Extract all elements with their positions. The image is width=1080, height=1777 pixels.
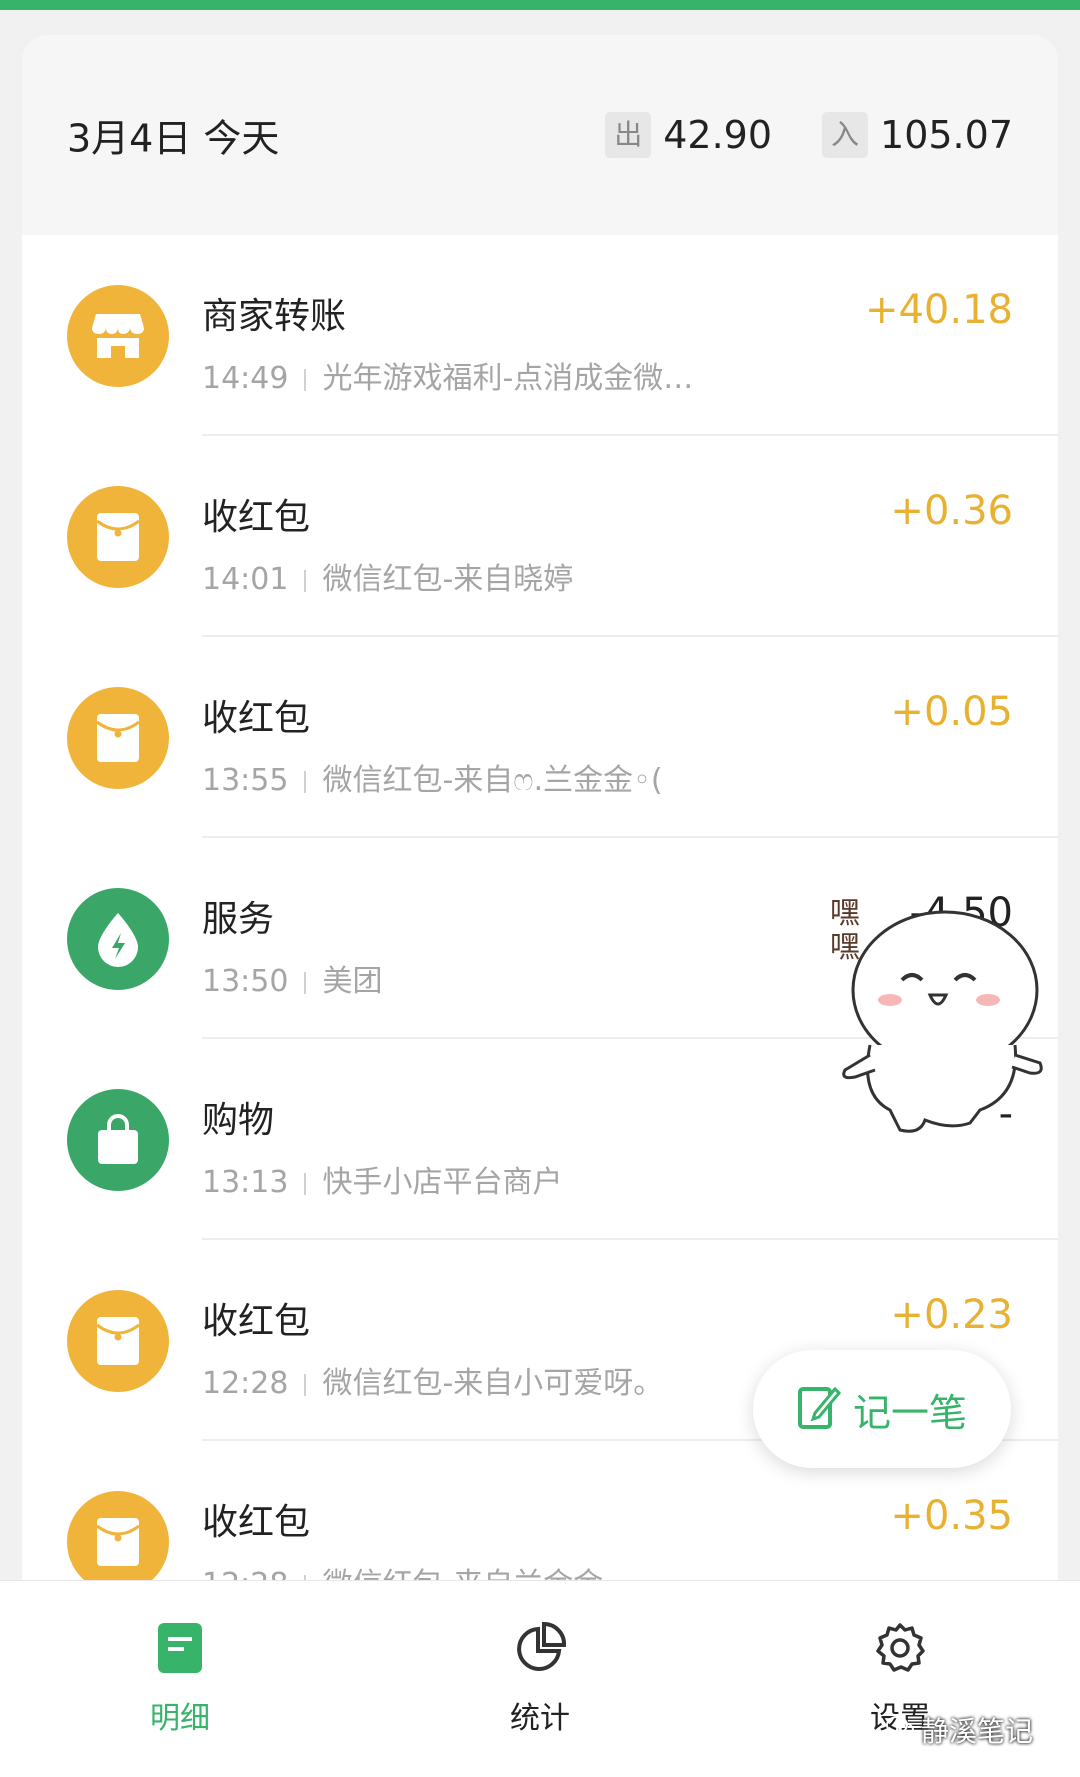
top-accent-bar xyxy=(0,0,1080,10)
transaction-meta: 13:55 微信红包-来自ෆ.兰金金◦( xyxy=(202,755,663,799)
transaction-title: 购物 xyxy=(202,1100,275,1141)
pie-chart-icon xyxy=(513,1621,567,1675)
tab-statistics-label: 统计 xyxy=(510,1701,570,1736)
transaction-title: 商家转账 xyxy=(202,296,347,337)
shopping-bag-icon xyxy=(67,1089,169,1191)
gear-icon xyxy=(873,1621,927,1675)
watermark: 静溪笔记 xyxy=(885,1710,1033,1750)
cartoon-sticker: 嘿 嘿 xyxy=(830,895,1050,1145)
expense-tag: 出 xyxy=(605,112,652,158)
transaction-title: 收红包 xyxy=(202,1502,311,1543)
transaction-amount: +0.05 xyxy=(890,689,1013,735)
service-drop-icon xyxy=(67,888,169,990)
transaction-meta: 12:28 微信红包-来自兰金金 xyxy=(202,1559,603,1580)
transaction-meta: 14:01 微信红包-来自晓婷 xyxy=(202,554,573,598)
tab-statistics[interactable]: 统计 xyxy=(440,1581,640,1777)
sticker-text-1: 嘿 xyxy=(830,896,860,931)
transaction-time: 13:55 xyxy=(202,763,289,798)
date-label: 3月4日 今天 xyxy=(67,116,280,161)
transaction-time: 14:49 xyxy=(202,361,289,396)
transaction-desc: 微信红包-来自小可爱呀。 xyxy=(322,1366,664,1401)
transaction-title: 服务 xyxy=(202,899,275,940)
tab-details-label: 明细 xyxy=(150,1701,210,1736)
transaction-amount: +40.18 xyxy=(864,287,1013,333)
day-totals: 出 42.90 入 105.07 xyxy=(605,112,1013,158)
transaction-row[interactable]: 商家转账 14:49 光年游戏福利-点消成金微… +40.18 xyxy=(22,235,1058,436)
transaction-desc: 光年游戏福利-点消成金微… xyxy=(322,361,694,396)
transaction-time: 13:50 xyxy=(202,964,289,999)
transaction-time: 12:28 xyxy=(202,1567,288,1580)
red-envelope-icon xyxy=(67,1290,169,1392)
transaction-time: 14:01 xyxy=(202,562,289,597)
watermark-text: 静溪笔记 xyxy=(921,1715,1034,1748)
transaction-desc: 微信红包-来自ෆ.兰金金◦( xyxy=(322,763,663,798)
wechat-icon xyxy=(885,1714,915,1747)
transaction-row[interactable]: 收红包 13:55 微信红包-来自ෆ.兰金金◦( +0.05 xyxy=(22,637,1058,838)
transaction-title: 收红包 xyxy=(202,497,311,538)
add-record-label: 记一笔 xyxy=(852,1390,967,1435)
tab-details[interactable]: 明细 xyxy=(80,1581,280,1777)
expense-total: 42.90 xyxy=(663,113,773,157)
edit-note-icon xyxy=(797,1383,842,1435)
transaction-meta: 13:13 快手小店平台商户 xyxy=(202,1157,562,1201)
transaction-amount: +0.36 xyxy=(890,488,1013,534)
transaction-meta: 12:28 微信红包-来自小可爱呀。 xyxy=(202,1358,663,1402)
transaction-title: 收红包 xyxy=(202,1301,311,1342)
transaction-card: 3月4日 今天 出 42.90 入 105.07 商家转账 14:49 光年游戏福… xyxy=(22,35,1058,1580)
transaction-row[interactable]: 收红包 14:01 微信红包-来自晓婷 +0.36 xyxy=(22,436,1058,637)
transaction-time: 12:28 xyxy=(202,1366,289,1401)
red-envelope-icon xyxy=(67,687,169,789)
red-envelope-icon xyxy=(67,1491,169,1580)
transaction-meta: 13:50 美团 xyxy=(202,956,382,1000)
transaction-desc: 微信红包-来自晓婷 xyxy=(322,562,574,597)
details-icon xyxy=(153,1621,207,1675)
add-record-button[interactable]: 记一笔 xyxy=(753,1350,1011,1468)
day-summary-header: 3月4日 今天 出 42.90 入 105.07 xyxy=(22,35,1058,235)
transaction-title: 收红包 xyxy=(202,698,311,739)
transaction-meta: 14:49 光年游戏福利-点消成金微… xyxy=(202,353,693,397)
income-tag: 入 xyxy=(822,112,869,158)
transaction-desc: 微信红包-来自兰金金 xyxy=(322,1567,603,1580)
income-total: 105.07 xyxy=(880,113,1013,157)
sticker-text-2: 嘿 xyxy=(830,930,860,965)
transaction-amount: +0.23 xyxy=(890,1292,1013,1338)
transaction-desc: 快手小店平台商户 xyxy=(322,1165,563,1200)
transaction-amount: +0.35 xyxy=(890,1493,1013,1539)
red-envelope-icon xyxy=(67,486,169,588)
store-icon xyxy=(67,285,169,387)
transaction-desc: 美团 xyxy=(322,964,383,999)
transaction-time: 13:13 xyxy=(202,1165,289,1200)
